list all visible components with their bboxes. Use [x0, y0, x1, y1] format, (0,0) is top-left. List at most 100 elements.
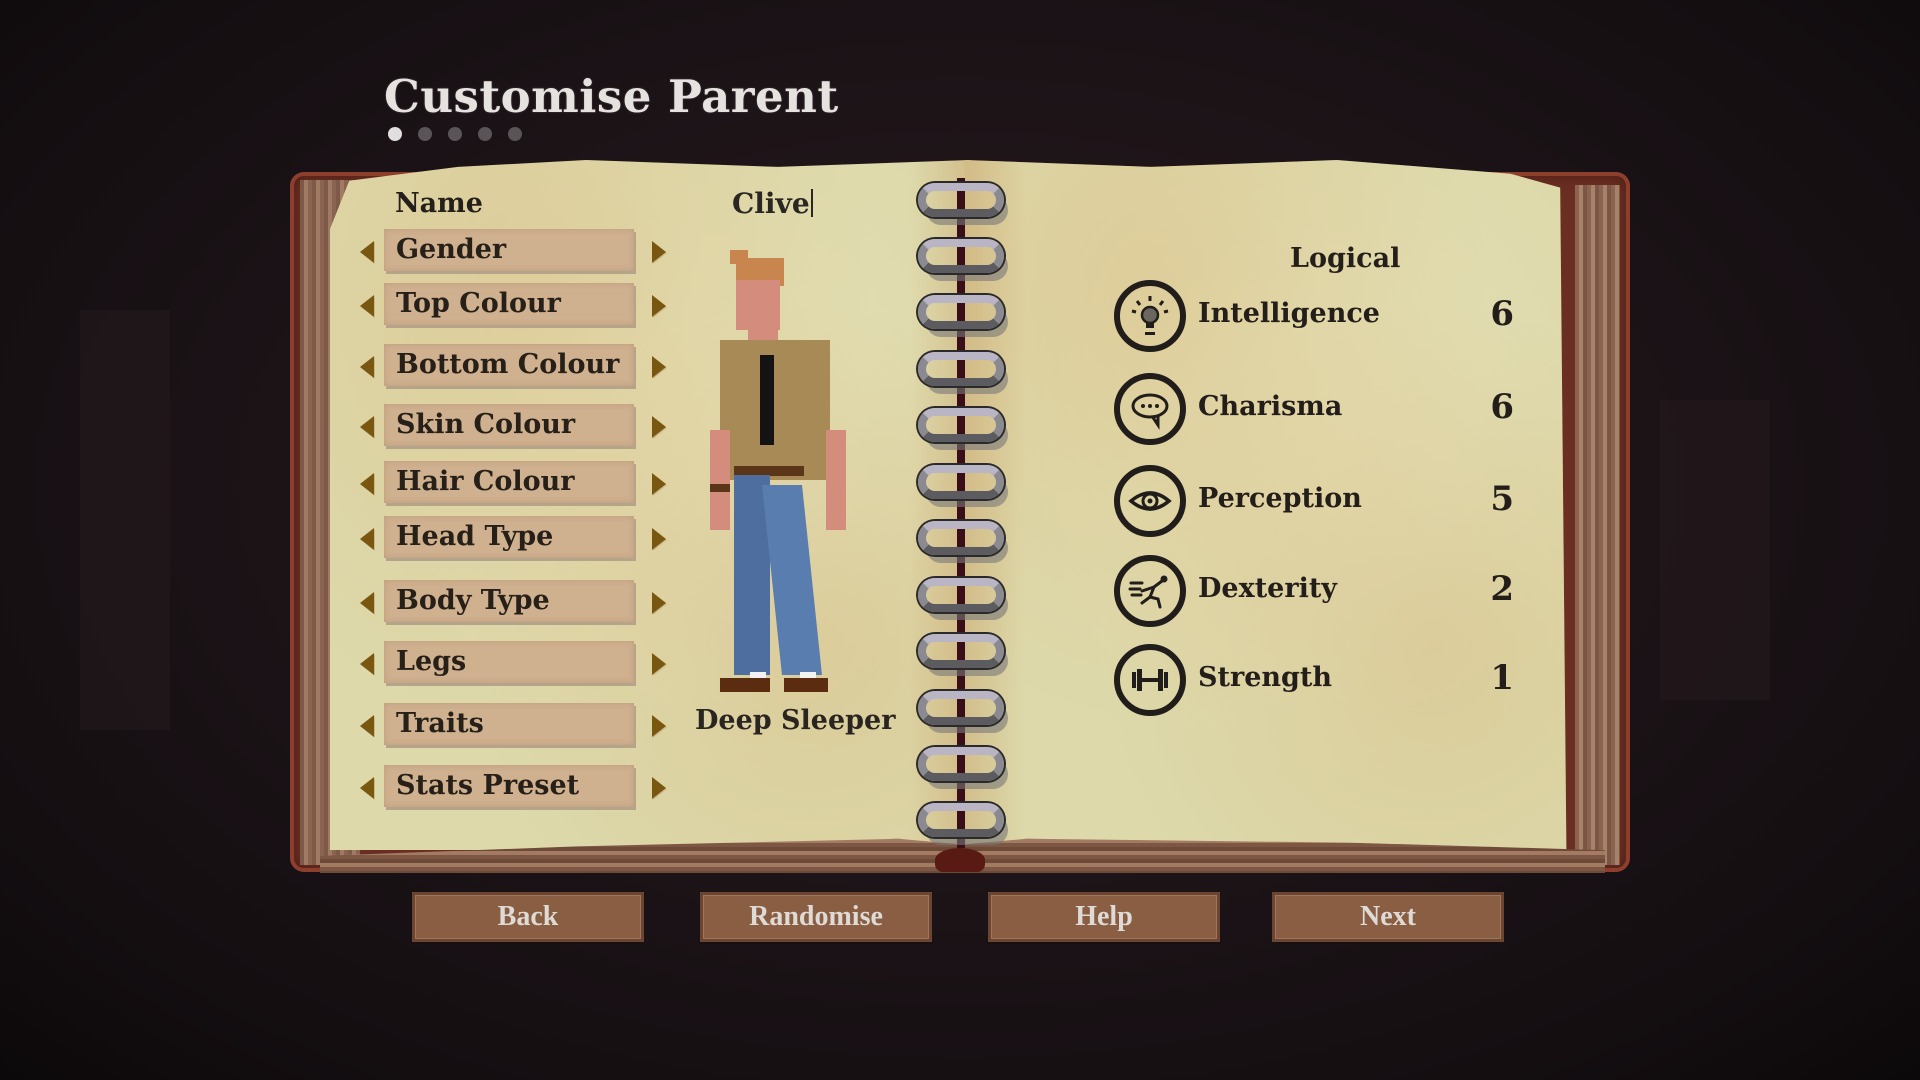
arrow-left-icon[interactable] — [360, 653, 374, 675]
option-row-traits: Traits — [358, 703, 668, 747]
arrow-left-icon[interactable] — [360, 356, 374, 378]
speech-bubble-icon — [1114, 373, 1186, 445]
option-row-bottom-colour: Bottom Colour — [358, 344, 668, 388]
stat-name: Perception — [1198, 483, 1362, 514]
name-label: Name — [395, 188, 483, 219]
stat-value: 6 — [1490, 387, 1514, 427]
arrow-left-icon[interactable] — [360, 592, 374, 614]
option-body-type[interactable]: Body Type — [384, 580, 634, 622]
option-row-top-colour: Top Colour — [358, 283, 668, 327]
arrow-left-icon[interactable] — [360, 295, 374, 317]
name-value: Clive — [732, 187, 810, 220]
page-dot-3 — [448, 127, 462, 141]
option-traits[interactable]: Traits — [384, 703, 634, 745]
stat-value: 1 — [1490, 658, 1514, 698]
stat-row-dexterity: Dexterity 2 — [1114, 555, 1514, 627]
stat-row-perception: Perception 5 — [1114, 465, 1514, 537]
character-sock-right — [800, 672, 816, 678]
binding-ring-icon — [918, 578, 1004, 612]
option-hair-colour[interactable]: Hair Colour — [384, 461, 634, 503]
book-spine-knob — [935, 848, 985, 872]
binding-ring-icon — [918, 408, 1004, 442]
stat-row-charisma: Charisma 6 — [1114, 373, 1514, 445]
arrow-left-icon[interactable] — [360, 241, 374, 263]
randomise-button[interactable]: Randomise — [700, 892, 932, 942]
arrow-right-icon[interactable] — [652, 416, 666, 438]
binding-ring-icon — [918, 295, 1004, 329]
arrow-right-icon[interactable] — [652, 295, 666, 317]
arrow-right-icon[interactable] — [652, 715, 666, 737]
binding-ring-icon — [918, 803, 1004, 837]
option-row-head-type: Head Type — [358, 516, 668, 560]
background-silhouette-left — [80, 310, 170, 730]
arrow-left-icon[interactable] — [360, 715, 374, 737]
back-button[interactable]: Back — [412, 892, 644, 942]
dumbbell-icon — [1114, 644, 1186, 716]
option-head-type[interactable]: Head Type — [384, 516, 634, 558]
arrow-left-icon[interactable] — [360, 473, 374, 495]
binding-ring-icon — [918, 634, 1004, 668]
arrow-left-icon[interactable] — [360, 416, 374, 438]
character-shoe-right — [784, 678, 828, 692]
option-skin-colour[interactable]: Skin Colour — [384, 404, 634, 446]
option-row-stats-preset: Stats Preset — [358, 765, 668, 809]
binding-ring-icon — [918, 521, 1004, 555]
binding-ring-icon — [918, 183, 1004, 217]
running-figure-icon — [1114, 555, 1186, 627]
name-input[interactable]: Clive — [732, 187, 813, 220]
option-row-body-type: Body Type — [358, 580, 668, 624]
stat-value: 2 — [1490, 569, 1514, 609]
page-indicator — [388, 127, 522, 141]
screen-title: Customise Parent — [384, 70, 839, 123]
text-cursor — [810, 189, 813, 217]
page-dot-1 — [388, 127, 402, 141]
arrow-right-icon[interactable] — [652, 241, 666, 263]
stat-row-strength: Strength 1 — [1114, 644, 1514, 716]
character-shirt — [720, 340, 830, 480]
arrow-right-icon[interactable] — [652, 592, 666, 614]
arrow-right-icon[interactable] — [652, 356, 666, 378]
binding-ring-icon — [918, 239, 1004, 273]
arrow-right-icon[interactable] — [652, 473, 666, 495]
binding-ring-icon — [918, 465, 1004, 499]
option-legs[interactable]: Legs — [384, 641, 634, 683]
help-button[interactable]: Help — [988, 892, 1220, 942]
option-row-hair-colour: Hair Colour — [358, 461, 668, 505]
character-arm-right — [826, 430, 846, 530]
book-page-stack-right — [1575, 185, 1620, 865]
page-dot-4 — [478, 127, 492, 141]
binding-ring-icon — [918, 691, 1004, 725]
character-sock-left — [750, 672, 766, 678]
character-arm-left — [710, 430, 730, 530]
arrow-right-icon[interactable] — [652, 528, 666, 550]
stat-name: Charisma — [1198, 391, 1343, 422]
stat-category-label: Logical — [1290, 243, 1401, 274]
background-silhouette-right — [1660, 400, 1770, 700]
character-hair-tuft — [730, 250, 748, 264]
stat-value: 5 — [1490, 479, 1514, 519]
arrow-right-icon[interactable] — [652, 653, 666, 675]
option-stats-preset[interactable]: Stats Preset — [384, 765, 634, 807]
stat-row-intelligence: Intelligence 6 — [1114, 280, 1514, 352]
option-row-skin-colour: Skin Colour — [358, 404, 668, 448]
option-gender[interactable]: Gender — [384, 229, 634, 271]
arrow-right-icon[interactable] — [652, 777, 666, 799]
arrow-left-icon[interactable] — [360, 528, 374, 550]
page-dot-2 — [418, 127, 432, 141]
character-tie — [760, 355, 774, 445]
option-row-gender: Gender — [358, 229, 668, 273]
stat-name: Strength — [1198, 662, 1332, 693]
stat-name: Intelligence — [1198, 298, 1380, 329]
option-bottom-colour[interactable]: Bottom Colour — [384, 344, 634, 386]
option-top-colour[interactable]: Top Colour — [384, 283, 634, 325]
character-preview — [700, 250, 870, 710]
character-leg-right — [762, 485, 822, 675]
character-watch — [710, 484, 730, 492]
binding-ring-icon — [918, 747, 1004, 781]
stat-name: Dexterity — [1198, 573, 1337, 604]
option-row-legs: Legs — [358, 641, 668, 685]
next-button[interactable]: Next — [1272, 892, 1504, 942]
eye-icon — [1114, 465, 1186, 537]
arrow-left-icon[interactable] — [360, 777, 374, 799]
character-shoe-left — [720, 678, 770, 692]
